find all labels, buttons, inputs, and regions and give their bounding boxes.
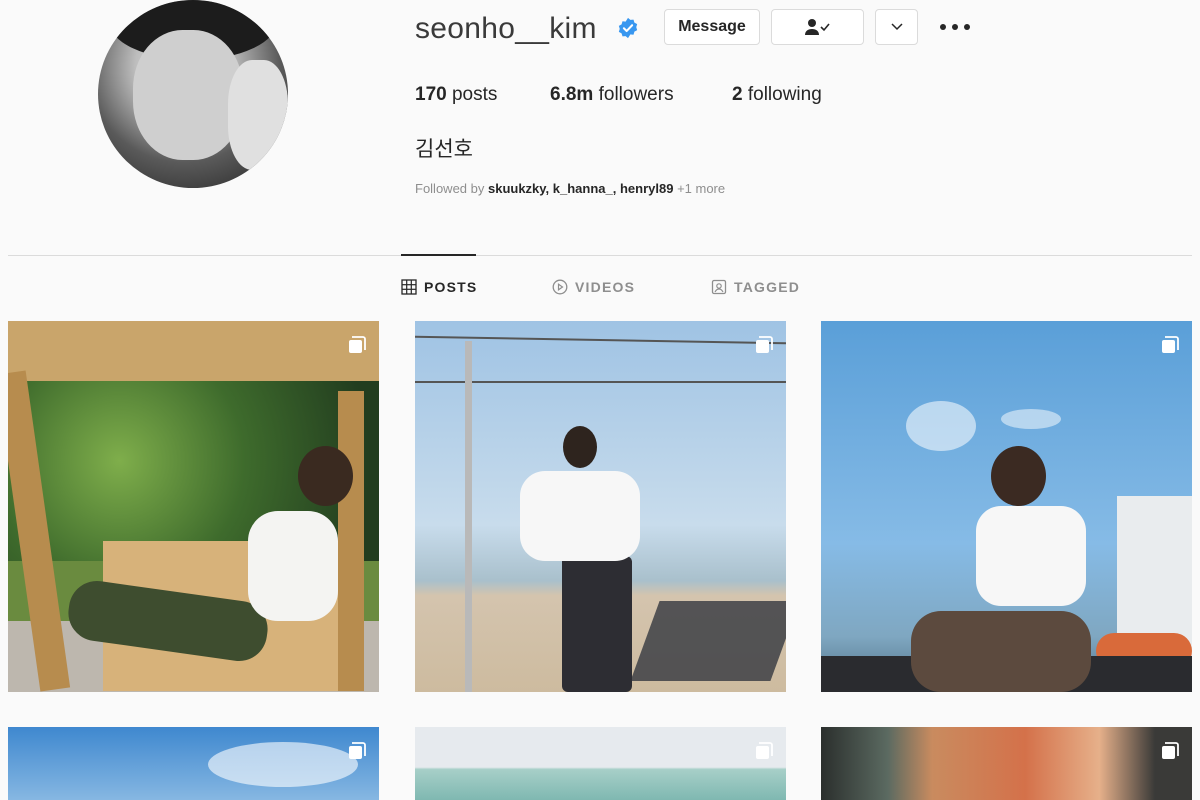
post-image-person-head bbox=[298, 446, 353, 506]
tab-posts-label: POSTS bbox=[424, 279, 478, 295]
multiple-photos-icon bbox=[756, 742, 773, 759]
post-tile[interactable] bbox=[415, 727, 786, 800]
post-image-person-head bbox=[563, 426, 597, 468]
post-image-person-head bbox=[991, 446, 1046, 506]
post-image-person-shirt bbox=[248, 511, 338, 621]
posts-label: posts bbox=[451, 84, 498, 105]
play-icon bbox=[552, 279, 568, 295]
post-image-bench bbox=[630, 601, 786, 681]
post-image-person-pants bbox=[562, 556, 632, 692]
followers-count: 6.8m bbox=[550, 84, 594, 105]
post-image-person-shirt bbox=[976, 506, 1086, 606]
following-count-stat[interactable]: 2 following bbox=[732, 84, 822, 106]
multiple-photos-icon bbox=[1162, 742, 1179, 759]
profile-full-name: 김선호 bbox=[415, 137, 473, 161]
multiple-photos-icon bbox=[1162, 336, 1179, 353]
active-tab-indicator bbox=[401, 254, 476, 256]
chevron-down-icon bbox=[890, 23, 903, 31]
multiple-photos-icon bbox=[349, 742, 366, 759]
following-button[interactable] bbox=[771, 9, 864, 45]
followed-by-text[interactable]: Followed by skuukzky, k_hanna_, henryl89… bbox=[415, 181, 725, 196]
post-tile[interactable] bbox=[415, 321, 786, 692]
following-count: 2 bbox=[732, 84, 743, 105]
post-tile[interactable] bbox=[8, 321, 379, 692]
suggested-dropdown-button[interactable] bbox=[875, 9, 918, 45]
post-image-roof bbox=[8, 321, 379, 381]
followers-count-stat[interactable]: 6.8m followers bbox=[550, 84, 674, 106]
grid-icon bbox=[401, 279, 417, 295]
multiple-photos-icon bbox=[349, 336, 366, 353]
tab-tagged-label: TAGGED bbox=[734, 279, 801, 295]
tag-icon bbox=[711, 279, 727, 295]
followed-by-more: +1 more bbox=[673, 181, 726, 196]
post-image-person-pants bbox=[911, 611, 1091, 692]
post-image-person-shirt bbox=[520, 471, 640, 561]
post-image-pole bbox=[465, 341, 472, 692]
multiple-photos-icon bbox=[756, 336, 773, 353]
post-image-beam bbox=[338, 391, 364, 691]
verified-badge-icon bbox=[618, 17, 638, 39]
post-image-cloud bbox=[906, 401, 976, 451]
profile-divider bbox=[8, 255, 1192, 256]
tab-tagged[interactable]: TAGGED bbox=[711, 279, 800, 295]
avatar-hand bbox=[228, 60, 288, 170]
posts-count: 170 bbox=[415, 84, 447, 105]
post-image-cloud bbox=[208, 742, 358, 787]
user-check-icon bbox=[804, 19, 830, 35]
avatar-face bbox=[133, 30, 243, 160]
followed-by-prefix: Followed by bbox=[415, 181, 488, 196]
post-image-cloud bbox=[1001, 409, 1061, 429]
post-tile[interactable] bbox=[821, 321, 1192, 692]
more-options-icon[interactable] bbox=[940, 15, 970, 39]
profile-avatar[interactable] bbox=[98, 0, 288, 188]
tab-videos[interactable]: VIDEOS bbox=[552, 279, 635, 295]
tab-posts[interactable]: POSTS bbox=[401, 279, 477, 295]
message-button[interactable]: Message bbox=[664, 9, 760, 45]
followers-label: followers bbox=[598, 84, 674, 105]
post-tile[interactable] bbox=[821, 727, 1192, 800]
following-label: following bbox=[747, 84, 822, 105]
followed-by-names[interactable]: skuukzky, k_hanna_, henryl89 bbox=[488, 181, 673, 196]
post-tile[interactable] bbox=[8, 727, 379, 800]
tab-videos-label: VIDEOS bbox=[575, 279, 636, 295]
posts-count-stat: 170 posts bbox=[415, 84, 497, 106]
profile-username: seonho__kim bbox=[415, 12, 597, 45]
